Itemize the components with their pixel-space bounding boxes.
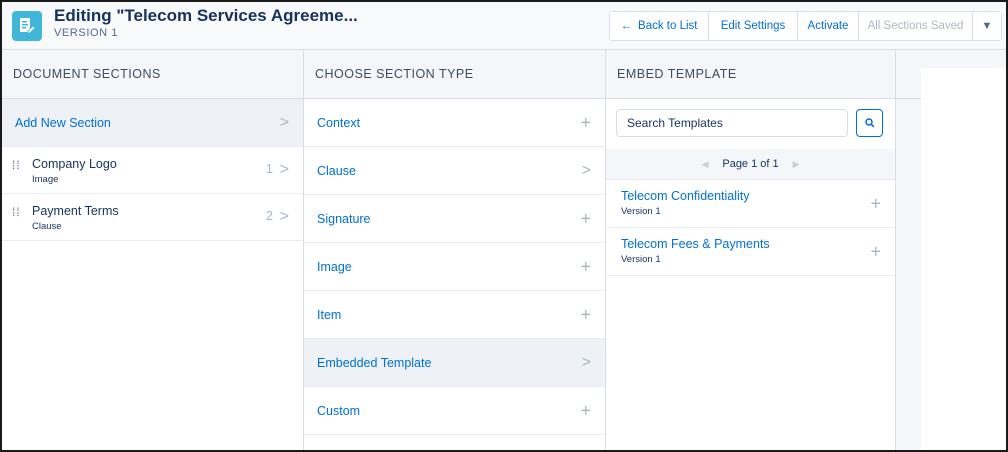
section-type-column: Context + Clause > Signature + Image + I… bbox=[304, 99, 606, 450]
edit-settings-button[interactable]: Edit Settings bbox=[709, 12, 798, 40]
chevron-right-icon: > bbox=[279, 113, 289, 131]
section-row[interactable]: ⁞⁞ Company Logo Image 1 > bbox=[2, 147, 303, 194]
section-number: 2 bbox=[265, 208, 273, 223]
template-list-item[interactable]: Telecom Fees & Payments Version 1 + bbox=[606, 229, 895, 276]
section-type-label: Image bbox=[317, 259, 352, 274]
document-sections-heading: DOCUMENT SECTIONS bbox=[2, 50, 304, 99]
plus-icon[interactable]: + bbox=[870, 242, 881, 263]
chevron-right-icon: > bbox=[279, 208, 289, 225]
choose-section-type-heading: CHOOSE SECTION TYPE bbox=[304, 50, 606, 99]
template-name[interactable]: Telecom Fees & Payments bbox=[621, 237, 770, 251]
drag-handle-icon[interactable]: ⁞⁞ bbox=[12, 206, 21, 218]
embed-template-heading: EMBED TEMPLATE bbox=[606, 50, 896, 99]
template-search bbox=[616, 109, 883, 139]
section-type-label: Clause bbox=[317, 163, 356, 178]
section-row[interactable]: ⁞⁞ Payment Terms Clause 2 > bbox=[2, 194, 303, 241]
section-type-context[interactable]: Context + bbox=[304, 99, 605, 147]
pagination: ◀ Page 1 of 1 ▶ bbox=[606, 149, 895, 180]
add-new-section-row[interactable]: Add New Section > bbox=[2, 99, 303, 147]
template-name[interactable]: Telecom Confidentiality bbox=[621, 189, 750, 203]
caret-down-icon: ▼ bbox=[981, 20, 993, 32]
section-type: Image bbox=[32, 174, 59, 185]
plus-icon[interactable]: + bbox=[580, 256, 591, 277]
section-type-embedded-template[interactable]: Embedded Template > bbox=[304, 339, 605, 387]
plus-icon[interactable]: + bbox=[580, 304, 591, 325]
template-list-item[interactable]: Telecom Confidentiality Version 1 + bbox=[606, 181, 895, 228]
back-to-list-button[interactable]: ← Back to List bbox=[610, 12, 709, 40]
section-type-clause[interactable]: Clause > bbox=[304, 147, 605, 195]
app-frame: Editing "Telecom Services Agreeme... VER… bbox=[0, 0, 1008, 452]
next-page-icon[interactable]: ▶ bbox=[793, 159, 800, 170]
drag-handle-icon[interactable]: ⁞⁞ bbox=[12, 159, 21, 171]
chevron-right-icon: > bbox=[581, 353, 591, 371]
header-button-group: ← Back to List Edit Settings Activate Al… bbox=[609, 11, 1002, 41]
chevron-right-icon: > bbox=[581, 161, 591, 179]
page-header: Editing "Telecom Services Agreeme... VER… bbox=[2, 2, 1006, 50]
template-version: Version 1 bbox=[621, 206, 661, 217]
version-label: VERSION 1 bbox=[54, 27, 119, 39]
section-type-image[interactable]: Image + bbox=[304, 243, 605, 291]
plus-icon[interactable]: + bbox=[870, 194, 881, 215]
search-button[interactable] bbox=[856, 109, 883, 137]
plus-icon[interactable]: + bbox=[580, 400, 591, 421]
more-options-button[interactable]: ▼ bbox=[973, 12, 1001, 40]
section-type-label: Item bbox=[317, 307, 342, 322]
section-type-signature[interactable]: Signature + bbox=[304, 195, 605, 243]
plus-icon[interactable]: + bbox=[580, 112, 591, 133]
page-indicator: Page 1 of 1 bbox=[722, 158, 779, 170]
section-type-label: Custom bbox=[317, 403, 361, 418]
preview-page bbox=[921, 68, 1006, 450]
document-sections-column: Add New Section > ⁞⁞ Company Logo Image … bbox=[2, 99, 304, 450]
plus-icon[interactable]: + bbox=[580, 208, 591, 229]
arrow-left-icon: ← bbox=[620, 20, 633, 32]
section-type: Clause bbox=[32, 221, 62, 232]
section-name: Payment Terms bbox=[32, 204, 119, 218]
template-version: Version 1 bbox=[621, 254, 661, 265]
section-type-custom[interactable]: Custom + bbox=[304, 387, 605, 435]
section-type-label: Context bbox=[317, 115, 361, 130]
section-number: 1 bbox=[265, 161, 273, 176]
document-edit-icon bbox=[12, 11, 42, 41]
section-type-label: Embedded Template bbox=[317, 355, 432, 370]
chevron-right-icon: > bbox=[279, 161, 289, 178]
section-type-item[interactable]: Item + bbox=[304, 291, 605, 339]
section-type-label: Signature bbox=[317, 211, 371, 226]
all-sections-saved-button: All Sections Saved bbox=[859, 12, 973, 40]
page-title: Editing "Telecom Services Agreeme... bbox=[54, 6, 358, 25]
back-to-list-label: Back to List bbox=[638, 20, 698, 32]
search-icon bbox=[864, 118, 875, 128]
previous-page-icon[interactable]: ◀ bbox=[701, 159, 708, 170]
search-templates-input[interactable] bbox=[616, 109, 848, 137]
activate-button[interactable]: Activate bbox=[798, 12, 859, 40]
section-name: Company Logo bbox=[32, 157, 117, 171]
document-preview-pane bbox=[896, 68, 1006, 450]
embed-template-column: ◀ Page 1 of 1 ▶ Telecom Confidentiality … bbox=[606, 99, 896, 450]
add-new-section-label: Add New Section bbox=[15, 115, 111, 130]
